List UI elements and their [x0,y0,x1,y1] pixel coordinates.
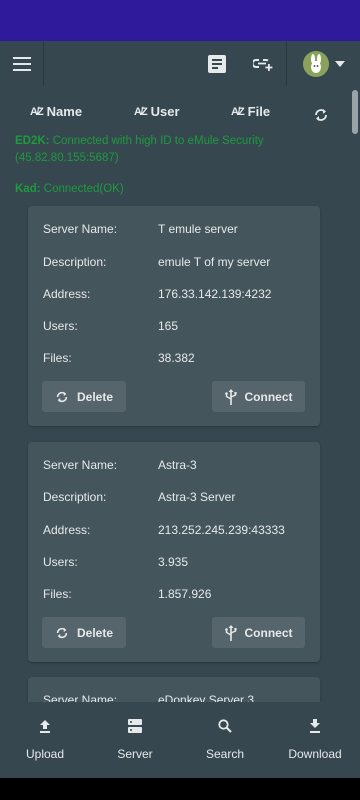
users-label: Users: [43,319,78,333]
delete-button[interactable]: Delete [42,617,126,648]
files-value: 38.382 [158,351,195,365]
server-name-value: eDonkey Server 3 [158,693,255,702]
server-name-label: Server Name: [43,458,118,472]
nav-search-label: Search [205,747,245,761]
delete-label: Delete [76,625,114,640]
add-link-icon [253,58,273,71]
sync-icon [56,391,68,402]
description-label: Description: [43,255,107,269]
sort-az-icon: A̸Z [134,105,148,118]
users-value: 165 [158,319,179,333]
add-link-button[interactable] [240,41,286,86]
document-list-icon [208,54,226,73]
system-navigation-bar [0,778,360,800]
description-value: Astra-3 Server [158,490,236,504]
sort-user-label: User [150,104,180,119]
users-value: 3.935 [158,555,189,569]
nav-upload[interactable]: Upload [0,702,90,778]
mule-logo-icon [310,53,321,73]
sort-az-icon: A̸Z [231,105,245,118]
kad-status-label: Kad: [15,183,41,195]
ed2k-status-text: Connected with high ID to eMule Security [49,135,264,147]
nav-download[interactable]: Download [270,702,360,778]
log-button[interactable] [194,41,240,86]
server-card: Server Name: eDonkey Server 3 [28,677,320,702]
upload-icon [40,720,50,733]
nav-search[interactable]: Search [180,702,270,778]
ed2k-status-label: ED2K: [15,135,50,147]
files-value: 1.857.926 [158,587,212,601]
description-value: emule T of my server [158,255,271,269]
connect-label: Connect [244,625,293,640]
avatar [302,50,329,77]
server-name-value: Astra-3 [158,458,197,472]
nav-server-label: Server [117,747,153,761]
address-label: Address: [43,287,91,301]
usb-icon [224,388,237,405]
address-label: Address: [43,523,91,537]
server-icon [128,719,142,733]
bottom-navigation: Upload Server Search Download [0,702,360,778]
hamburger-menu-icon [12,56,31,71]
sort-bar: A̸Z Name A̸Z User A̸Z File [0,104,350,128]
delete-button[interactable]: Delete [42,381,126,412]
nav-server[interactable]: Server [90,702,180,778]
refresh-icon [315,109,327,121]
sync-icon [56,627,68,638]
scrollbar-thumb[interactable] [352,90,358,134]
sort-az-icon: A̸Z [30,105,44,118]
sort-by-user-button[interactable]: A̸Z User [134,104,180,119]
files-label: Files: [43,351,72,365]
download-icon [310,719,320,733]
nav-download-label: Download [288,747,342,761]
server-list-view[interactable]: A̸Z Name A̸Z User A̸Z File ED2K: Connect… [0,86,360,702]
server-card: Server Name: Astra-3 Description: Astra-… [28,442,320,662]
server-name-label: Server Name: [43,222,118,236]
server-name-label: Server Name: [43,693,118,702]
kad-status: Kad: Connected(OK) [15,181,124,198]
sort-name-label: Name [46,104,83,119]
chevron-down-icon [334,60,345,67]
server-card: Server Name: T emule server Description:… [28,206,320,426]
usb-icon [224,624,237,641]
address-value: 176.33.142.139:4232 [158,287,272,301]
connect-button[interactable]: Connect [212,381,305,412]
files-label: Files: [43,587,72,601]
refresh-button[interactable] [313,107,329,123]
sort-by-name-button[interactable]: A̸Z Name [30,104,82,119]
users-label: Users: [43,555,78,569]
sort-by-file-button[interactable]: A̸Z File [231,104,270,119]
delete-label: Delete [76,389,114,404]
description-label: Description: [43,490,107,504]
address-value: 213.252.245.239:43333 [158,523,285,537]
app-toolbar [0,41,360,86]
kad-status-text: Connected(OK) [40,183,124,195]
menu-button[interactable] [0,41,44,86]
ed2k-status: ED2K: Connected with high ID to eMule Se… [15,133,264,167]
search-icon [218,719,232,733]
ed2k-server-address: (45.82.80.155:5687) [15,152,119,164]
connect-button[interactable]: Connect [212,617,305,648]
server-name-value: T emule server [158,222,238,236]
account-menu[interactable] [286,41,360,86]
connect-label: Connect [244,389,293,404]
nav-upload-label: Upload [25,747,65,761]
system-status-bar [0,0,360,41]
sort-file-label: File [247,104,271,119]
